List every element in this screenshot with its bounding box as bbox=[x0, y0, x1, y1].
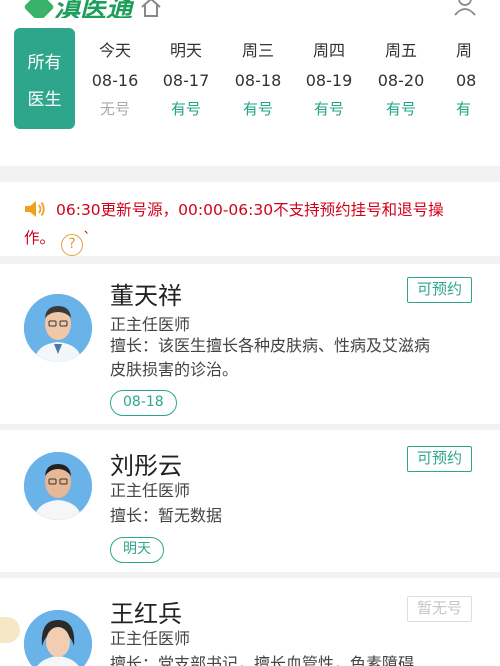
doctor-title: 正主任医师 bbox=[110, 315, 191, 334]
date-tab-tomorrow[interactable]: 明天 08-17 有号 bbox=[154, 40, 218, 120]
speaker-icon bbox=[25, 201, 45, 217]
date-value: 08-16 bbox=[91, 71, 139, 90]
all-doctors-label-2: 医生 bbox=[27, 89, 62, 110]
doctor-card[interactable]: 刘彤云 正主任医师 擅长：暂无数据 明天 可预约 bbox=[0, 430, 500, 572]
doctor-avatar bbox=[24, 452, 92, 520]
date-availability: 有号 bbox=[385, 100, 416, 118]
doctor-name: 董天祥 bbox=[110, 282, 182, 310]
all-doctors-tab[interactable]: 所有 医生 bbox=[14, 28, 75, 129]
app-header: 滇医通 bbox=[0, 0, 500, 18]
date-tab-fri[interactable]: 周五 08-20 有号 bbox=[369, 40, 433, 120]
date-day: 今天 bbox=[98, 41, 131, 60]
doctor-specialty-line: 擅长：党支部书记，擅长血管性，色素障碍 bbox=[110, 654, 415, 666]
doctor-portrait-icon bbox=[24, 294, 92, 362]
doctor-specialty: 擅长：该医生擅长各种皮肤病、性病及艾滋病 皮肤损害的诊治。 bbox=[110, 334, 470, 382]
doctor-specialty-line: 擅长：暂无数据 bbox=[110, 506, 223, 525]
date-tab-thu[interactable]: 周四 08-19 有号 bbox=[297, 40, 361, 120]
notice-line-2: 作。? ` bbox=[24, 224, 500, 256]
logo-text: 滇医通 bbox=[54, 0, 133, 18]
all-doctors-label-1: 所有 bbox=[27, 52, 62, 73]
date-availability: 有号 bbox=[313, 100, 344, 118]
doctor-avatar bbox=[24, 294, 92, 362]
doctor-specialty: 擅长：暂无数据 bbox=[110, 504, 470, 528]
book-button[interactable]: 可预约 bbox=[407, 446, 472, 472]
date-tab-wed[interactable]: 周三 08-18 有号 bbox=[226, 40, 290, 120]
doctor-name: 刘彤云 bbox=[110, 452, 182, 480]
date-day: 周三 bbox=[241, 41, 274, 60]
available-date-tag[interactable]: 明天 bbox=[110, 537, 164, 563]
doctor-specialty: 擅长：党支部书记，擅长血管性，色素障碍 bbox=[110, 652, 470, 666]
app-logo: 滇医通 bbox=[23, 0, 162, 18]
notice-text-1: 06:30更新号源，00:00-06:30不支持预约挂号和退号操 bbox=[56, 201, 444, 219]
update-notice: 06:30更新号源，00:00-06:30不支持预约挂号和退号操 作。? ` bbox=[0, 182, 500, 256]
date-selector: 所有 医生 今天 08-16 无号 明天 08-17 有号 周三 08-18 有… bbox=[0, 18, 500, 166]
date-availability: 有号 bbox=[170, 100, 201, 118]
date-value: 08 bbox=[456, 71, 477, 90]
date-day: 周 bbox=[456, 41, 473, 60]
help-icon[interactable]: ? bbox=[61, 234, 84, 256]
book-button[interactable]: 可预约 bbox=[407, 277, 472, 303]
date-availability: 有号 bbox=[242, 100, 273, 118]
doctor-avatar bbox=[24, 610, 92, 666]
date-day: 明天 bbox=[169, 41, 202, 60]
date-tab-today[interactable]: 今天 08-16 无号 bbox=[83, 40, 147, 120]
notice-text-2: 作。 bbox=[24, 229, 56, 247]
doctor-card[interactable]: 王红兵 正主任医师 擅长：党支部书记，擅长血管性，色素障碍 暂无号 bbox=[0, 578, 500, 666]
date-value: 08-17 bbox=[162, 71, 210, 90]
date-value: 08-19 bbox=[305, 71, 353, 90]
user-icon[interactable] bbox=[452, 0, 478, 16]
doctor-card[interactable]: 董天祥 正主任医师 擅长：该医生擅长各种皮肤病、性病及艾滋病 皮肤损害的诊治。 … bbox=[0, 264, 500, 424]
notice-line-1: 06:30更新号源，00:00-06:30不支持预约挂号和退号操 bbox=[24, 196, 500, 224]
doctor-portrait-icon bbox=[24, 452, 92, 520]
doctor-portrait-icon bbox=[24, 610, 92, 666]
logo-mark-icon bbox=[23, 0, 55, 18]
doctor-title: 正主任医师 bbox=[110, 629, 191, 648]
date-day: 周四 bbox=[312, 41, 345, 60]
date-value: 08-18 bbox=[234, 71, 282, 90]
doctor-specialty-line: 擅长：该医生擅长各种皮肤病、性病及艾滋病 bbox=[110, 336, 431, 355]
date-availability: 无号 bbox=[99, 100, 130, 118]
date-day: 周五 bbox=[384, 41, 417, 60]
notice-text-2-suffix: ` bbox=[83, 229, 91, 247]
home-icon[interactable] bbox=[140, 0, 162, 18]
no-slots-button: 暂无号 bbox=[407, 596, 472, 622]
available-date-tag[interactable]: 08-18 bbox=[110, 390, 177, 416]
date-tab-sat[interactable]: 周 08 有 bbox=[440, 40, 490, 120]
date-value: 08-20 bbox=[377, 71, 425, 90]
doctor-name: 王红兵 bbox=[110, 600, 182, 628]
doctor-title: 正主任医师 bbox=[110, 481, 191, 500]
date-availability: 有 bbox=[456, 100, 472, 118]
doctor-specialty-line: 皮肤损害的诊治。 bbox=[110, 360, 239, 379]
